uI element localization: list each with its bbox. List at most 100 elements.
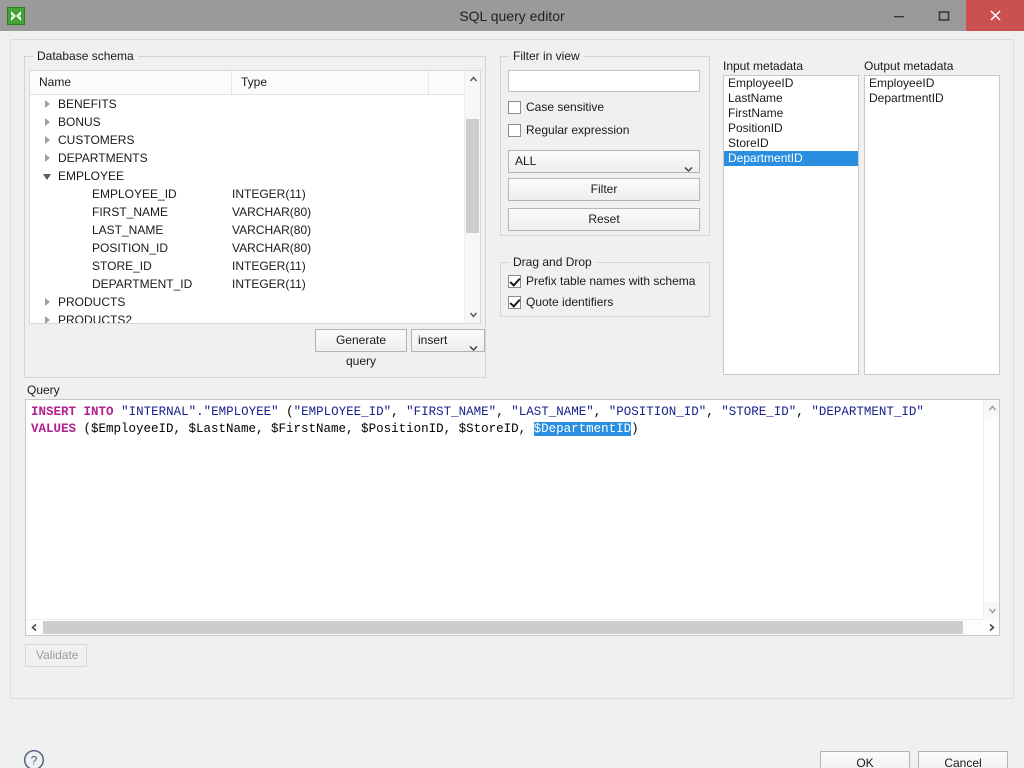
tree-row-type: VARCHAR(80) bbox=[232, 223, 312, 237]
reset-button[interactable]: Reset bbox=[508, 208, 700, 231]
query-text[interactable]: INSERT INTO "INTERNAL"."EMPLOYEE" ("EMPL… bbox=[31, 404, 981, 438]
tree-row-name: BONUS bbox=[30, 113, 232, 131]
scroll-left-icon[interactable] bbox=[26, 620, 43, 636]
tree-row-name: LAST_NAME bbox=[30, 221, 232, 239]
expand-arrow-open-icon[interactable] bbox=[42, 170, 54, 182]
schema-tree[interactable]: Name Type BENEFITS BONUS CUSTOMERS DEPARTME… bbox=[29, 70, 481, 324]
tree-row-type: INTEGER(11) bbox=[232, 277, 306, 291]
metadata-item[interactable]: DepartmentID bbox=[865, 91, 999, 106]
regular-expression-checkbox[interactable] bbox=[508, 123, 521, 137]
database-schema-group: Database schema Name Type BENEFITS BONUS C… bbox=[24, 49, 486, 378]
column-header-blank[interactable] bbox=[429, 71, 465, 94]
tree-row-type bbox=[232, 293, 432, 311]
metadata-item[interactable]: PositionID bbox=[724, 121, 858, 136]
tree-row-type: VARCHAR(80) bbox=[232, 205, 312, 219]
tree-row[interactable]: STORE_ID INTEGER(11) bbox=[30, 257, 480, 275]
generate-mode-select[interactable]: insert bbox=[411, 329, 485, 352]
scroll-down-icon[interactable] bbox=[465, 306, 480, 323]
tree-row-name: BENEFITS bbox=[30, 95, 232, 113]
metadata-item[interactable]: StoreID bbox=[724, 136, 858, 151]
tree-row-name: FIRST_NAME bbox=[30, 203, 232, 221]
input-metadata-list[interactable]: EmployeeID LastName FirstName PositionID Sto… bbox=[723, 75, 859, 375]
tree-row[interactable]: BONUS bbox=[30, 113, 480, 131]
expand-arrow-closed-icon[interactable] bbox=[42, 296, 54, 308]
scroll-up-icon[interactable] bbox=[465, 71, 480, 88]
sql-column-identifier: "POSITION_ID" bbox=[608, 405, 707, 419]
tree-row-name: EMPLOYEE_ID bbox=[30, 185, 232, 203]
regular-expression-label: Regular expression bbox=[526, 123, 630, 137]
validate-button[interactable]: Validate bbox=[25, 644, 87, 667]
quote-identifiers-label: Quote identifiers bbox=[526, 295, 614, 309]
case-sensitive-label: Case sensitive bbox=[526, 100, 605, 114]
quote-identifiers-checkbox-row[interactable]: Quote identifiers bbox=[508, 295, 613, 309]
minimize-button[interactable] bbox=[876, 0, 921, 31]
tree-row[interactable]: PRODUCTS bbox=[30, 293, 480, 311]
tree-row[interactable]: POSITION_ID VARCHAR(80) bbox=[30, 239, 480, 257]
case-sensitive-checkbox-row[interactable]: Case sensitive bbox=[508, 100, 604, 114]
scroll-down-icon[interactable] bbox=[984, 602, 999, 619]
tree-row[interactable]: DEPARTMENTS bbox=[30, 149, 480, 167]
expand-arrow-closed-icon[interactable] bbox=[42, 116, 54, 128]
tree-row[interactable]: PRODUCTS2 bbox=[30, 311, 480, 323]
quote-identifiers-checkbox[interactable] bbox=[508, 295, 521, 309]
filter-scope-value: ALL bbox=[515, 154, 537, 168]
tree-row[interactable]: CUSTOMERS bbox=[30, 131, 480, 149]
tree-row[interactable]: DEPARTMENT_ID INTEGER(11) bbox=[30, 275, 480, 293]
filter-button[interactable]: Filter bbox=[508, 178, 700, 201]
tree-row[interactable]: EMPLOYEE_ID INTEGER(11) bbox=[30, 185, 480, 203]
output-metadata-list[interactable]: EmployeeID DepartmentID bbox=[864, 75, 1000, 375]
expand-arrow-closed-icon[interactable] bbox=[42, 98, 54, 110]
tree-row-label: BENEFITS bbox=[58, 97, 117, 111]
tree-row-type bbox=[232, 113, 432, 131]
query-vertical-scrollbar[interactable] bbox=[983, 400, 999, 619]
sql-table-identifier: "INTERNAL"."EMPLOYEE" bbox=[121, 405, 279, 419]
database-schema-title: Database schema bbox=[33, 49, 138, 63]
tree-row-name: DEPARTMENTS bbox=[30, 149, 232, 167]
close-button[interactable] bbox=[966, 0, 1024, 31]
tree-row-label: POSITION_ID bbox=[92, 241, 169, 255]
drag-and-drop-group: Drag and Drop Prefix table names with sc… bbox=[500, 255, 710, 317]
ok-button[interactable]: OK bbox=[820, 751, 910, 768]
expand-arrow-closed-icon[interactable] bbox=[42, 314, 54, 323]
sql-keyword: INSERT bbox=[31, 405, 77, 419]
column-header-type[interactable]: Type bbox=[232, 71, 429, 94]
query-line-2: VALUES ($EmployeeID, $LastName, $FirstNa… bbox=[31, 422, 639, 436]
schema-tree-scroll-thumb[interactable] bbox=[466, 119, 479, 233]
schema-tree-vertical-scrollbar[interactable] bbox=[464, 71, 480, 323]
tree-row[interactable]: FIRST_NAME VARCHAR(80) bbox=[30, 203, 480, 221]
regular-expression-checkbox-row[interactable]: Regular expression bbox=[508, 123, 629, 137]
scroll-up-icon[interactable] bbox=[984, 400, 999, 417]
expand-arrow-closed-icon[interactable] bbox=[42, 134, 54, 146]
query-scroll-right-arrow[interactable] bbox=[983, 619, 999, 635]
metadata-item[interactable]: FirstName bbox=[724, 106, 858, 121]
expand-arrow-closed-icon[interactable] bbox=[42, 152, 54, 164]
filter-scope-select[interactable]: ALL bbox=[508, 150, 700, 173]
filter-input[interactable] bbox=[508, 70, 700, 92]
tree-row-type bbox=[232, 311, 432, 323]
generate-query-button[interactable]: Generate query bbox=[315, 329, 407, 368]
query-hscroll-thumb[interactable] bbox=[43, 621, 963, 634]
filter-in-view-title: Filter in view bbox=[509, 49, 584, 63]
tree-row-label: PRODUCTS bbox=[58, 295, 126, 309]
metadata-item[interactable]: LastName bbox=[724, 91, 858, 106]
help-icon[interactable]: ? bbox=[23, 749, 45, 768]
metadata-item[interactable]: DepartmentID bbox=[724, 151, 858, 166]
prefix-schema-checkbox-row[interactable]: Prefix table names with schema bbox=[508, 274, 695, 288]
query-horizontal-scrollbar[interactable] bbox=[26, 619, 983, 635]
metadata-item[interactable]: EmployeeID bbox=[724, 76, 858, 91]
maximize-button[interactable] bbox=[921, 0, 966, 31]
window-title: SQL query editor bbox=[459, 7, 565, 24]
cancel-button[interactable]: Cancel bbox=[918, 751, 1008, 768]
metadata-item[interactable]: EmployeeID bbox=[865, 76, 999, 91]
column-header-name[interactable]: Name bbox=[30, 71, 232, 94]
tree-row[interactable]: LAST_NAME VARCHAR(80) bbox=[30, 221, 480, 239]
generate-mode-value: insert bbox=[418, 333, 448, 347]
query-editor[interactable]: INSERT INTO "INTERNAL"."EMPLOYEE" ("EMPL… bbox=[25, 399, 1000, 636]
prefix-schema-checkbox[interactable] bbox=[508, 274, 521, 288]
window-controls bbox=[876, 0, 1024, 31]
tree-row-label: FIRST_NAME bbox=[92, 205, 169, 219]
case-sensitive-checkbox[interactable] bbox=[508, 100, 521, 114]
tree-row[interactable]: EMPLOYEE bbox=[30, 167, 480, 185]
input-metadata-label: Input metadata bbox=[723, 59, 804, 73]
tree-row[interactable]: BENEFITS bbox=[30, 95, 480, 113]
